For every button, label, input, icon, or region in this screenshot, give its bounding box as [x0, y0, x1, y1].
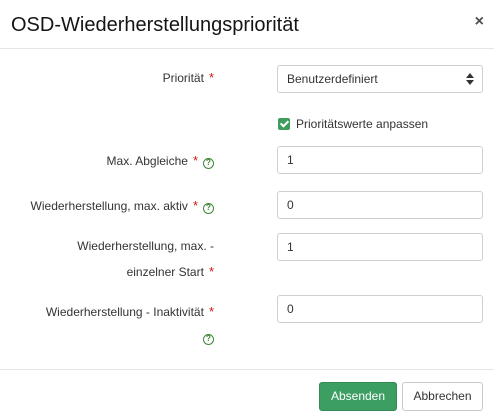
max-backfills-label: Max. Abgleiche *? — [107, 149, 214, 173]
modal-body: Priorität * Benutzerdefiniert Prioritätsw… — [0, 49, 494, 369]
required-marker: * — [208, 70, 214, 85]
help-icon[interactable]: ? — [203, 334, 214, 345]
recovery-max-active-input[interactable]: 0 — [277, 191, 483, 219]
recovery-sleep-help-row: ? — [46, 325, 214, 350]
recovery-sleep-label-line1: Wiederherstellung - Inaktivität * — [46, 299, 214, 325]
close-icon[interactable]: × — [475, 12, 484, 32]
select-arrows-icon — [466, 73, 474, 85]
submit-button[interactable]: Absenden — [319, 382, 397, 411]
priority-label-text: Priorität — [162, 71, 204, 85]
priority-select-value: Benutzerdefiniert — [287, 72, 378, 86]
recovery-sleep-label-text: Wiederherstellung - Inaktivität — [45, 305, 204, 319]
cancel-button[interactable]: Abbrechen — [402, 382, 483, 411]
customize-priority-checkbox[interactable] — [278, 118, 290, 130]
recovery-max-single-start-label-line1: Wiederherstellung, max. - — [77, 239, 214, 253]
recovery-max-single-start-label: Wiederherstellung, max. - einzelner Star… — [77, 234, 214, 285]
required-marker: * — [208, 304, 214, 319]
recovery-sleep-input[interactable]: 0 — [277, 295, 483, 323]
max-backfills-input[interactable]: 1 — [277, 146, 483, 174]
osd-recovery-priority-modal: OSD-Wiederherstellungspriorität × Priori… — [0, 0, 494, 420]
required-marker: * — [192, 153, 198, 168]
help-icon[interactable]: ? — [203, 158, 214, 169]
recovery-sleep-label: Wiederherstellung - Inaktivität * ? — [46, 299, 214, 350]
recovery-max-single-start-input[interactable]: 1 — [277, 233, 483, 261]
modal-header: OSD-Wiederherstellungspriorität × — [0, 0, 494, 49]
customize-priority-checkbox-row[interactable]: Prioritätswerte anpassen — [278, 116, 428, 134]
max-backfills-label-text: Max. Abgleiche — [106, 154, 188, 168]
max-backfills-value: 1 — [287, 153, 294, 167]
recovery-sleep-value: 0 — [287, 302, 294, 316]
customize-priority-label: Prioritätswerte anpassen — [296, 117, 429, 131]
help-icon[interactable]: ? — [203, 203, 214, 214]
recovery-max-active-value: 0 — [287, 198, 294, 212]
recovery-max-active-label: Wiederherstellung, max. aktiv *? — [31, 194, 214, 218]
priority-label: Priorität * — [163, 66, 214, 90]
recovery-max-single-start-label-line2-row: einzelner Start * — [77, 259, 214, 285]
priority-select[interactable]: Benutzerdefiniert — [277, 65, 483, 93]
required-marker: * — [192, 198, 198, 213]
modal-title: OSD-Wiederherstellungspriorität — [11, 14, 299, 36]
recovery-max-active-label-text: Wiederherstellung, max. aktiv — [30, 199, 188, 213]
recovery-max-single-start-label-line2: einzelner Start — [126, 265, 204, 279]
required-marker: * — [208, 264, 214, 279]
recovery-max-single-start-value: 1 — [287, 240, 294, 254]
modal-footer: Absenden Abbrechen — [0, 369, 494, 420]
